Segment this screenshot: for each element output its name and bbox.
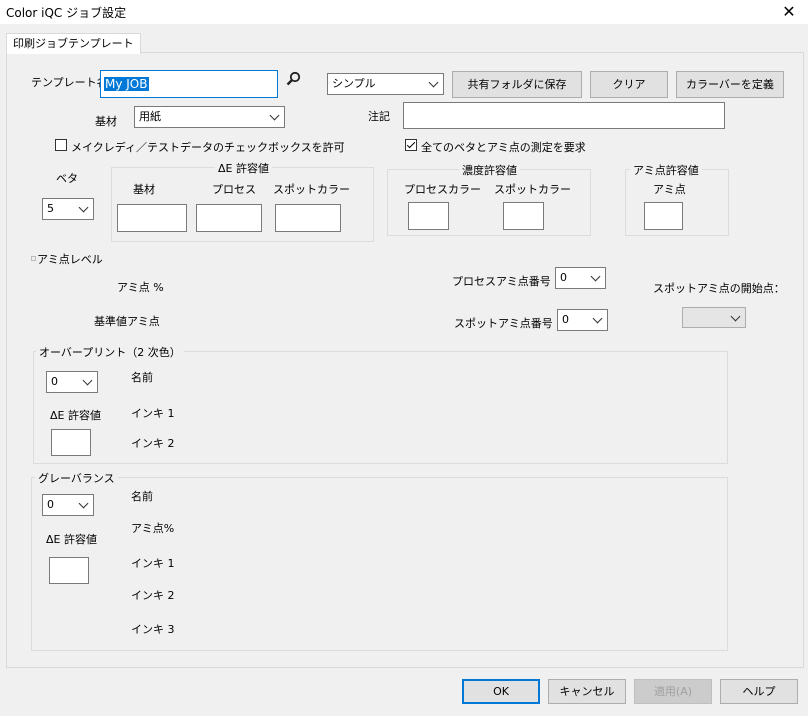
apply-button[interactable]: 適用(A): [634, 679, 712, 704]
solid-label: ベタ: [56, 172, 78, 185]
gray-balance-name-label: 名前: [131, 490, 153, 503]
check-icon: [406, 139, 416, 149]
gray-balance-delta-e-input[interactable]: [49, 557, 89, 584]
spot-dot-start-select[interactable]: [682, 307, 746, 328]
chevron-down-icon: [78, 202, 89, 213]
note-input[interactable]: [403, 102, 725, 129]
search-icon[interactable]: [284, 70, 304, 90]
close-icon[interactable]: ✕: [770, 0, 808, 24]
delta-e-substrate-label: 基材: [133, 183, 155, 196]
makeready-label: メイクレディ／テストデータのチェックボックスを許可: [71, 141, 345, 154]
template-name-label: テンプレート名: [31, 76, 108, 89]
substrate-label: 基材: [95, 115, 117, 128]
overprint-delta-e-input[interactable]: [51, 429, 91, 456]
all-patches-label: 全てのベタとアミ点の測定を要求: [421, 141, 586, 154]
delta-e-process-label: プロセス: [212, 183, 256, 196]
makeready-checkbox[interactable]: [55, 139, 67, 151]
clear-button[interactable]: クリア: [590, 71, 668, 98]
halftone-tolerance-input[interactable]: [644, 202, 683, 230]
density-legend: 濃度許容値: [459, 162, 520, 178]
template-name-input[interactable]: My JOB: [100, 70, 278, 98]
density-process-input[interactable]: [408, 202, 449, 230]
overprint-count-value: 0: [51, 375, 58, 388]
template-mode-value: シンプル: [332, 77, 376, 90]
delta-e-spot-label: スポットカラー: [273, 183, 350, 196]
chevron-down-icon: [269, 110, 280, 121]
spot-dot-start-label: スポットアミ点の開始点：: [653, 282, 785, 295]
substrate-select[interactable]: 用紙: [134, 106, 285, 128]
gray-balance-dot-percent-label: アミ点%: [131, 522, 175, 535]
delta-e-legend: ΔE 許容値: [215, 160, 272, 176]
gray-balance-ink3-label: インキ 3: [131, 623, 175, 636]
cancel-button[interactable]: キャンセル: [548, 679, 626, 704]
chevron-down-icon: [82, 375, 93, 386]
overprint-ink2-label: インキ 2: [131, 437, 175, 450]
solid-select[interactable]: 5: [42, 198, 94, 220]
gray-balance-ink1-label: インキ 1: [131, 557, 175, 570]
spot-dot-number-value: 0: [562, 313, 569, 326]
gray-balance-count-value: 0: [47, 498, 54, 511]
save-shared-folder-button[interactable]: 共有フォルダに保存: [452, 71, 582, 98]
overprint-legend: オーバープリント（2 次色）: [36, 344, 184, 360]
substrate-value: 用紙: [139, 110, 161, 123]
solid-value: 5: [47, 202, 54, 215]
tab-print-job-template[interactable]: 印刷ジョブテンプレート: [6, 33, 141, 54]
delta-e-substrate-input[interactable]: [117, 204, 187, 232]
halftone-tolerance-dot-label: アミ点: [653, 183, 686, 196]
overprint-delta-e-label: ΔE 許容値: [50, 409, 101, 422]
delta-e-spot-input[interactable]: [275, 204, 341, 232]
spot-dot-number-select[interactable]: 0: [557, 309, 608, 331]
ok-button[interactable]: OK: [462, 679, 540, 704]
reference-dot-label: 基準値アミ点: [94, 315, 160, 328]
window-title: Color iQC ジョブ設定: [6, 6, 127, 20]
chevron-down-icon: [78, 498, 89, 509]
density-process-label: プロセスカラー: [404, 183, 481, 196]
overprint-name-label: 名前: [131, 371, 153, 384]
density-spot-label: スポットカラー: [494, 183, 571, 196]
gray-balance-count-select[interactable]: 0: [42, 494, 94, 516]
halftone-level-checkbox[interactable]: [31, 256, 36, 261]
gray-balance-ink2-label: インキ 2: [131, 589, 175, 602]
halftone-tolerance-legend: アミ点許容値: [630, 162, 702, 178]
template-mode-select[interactable]: シンプル: [327, 73, 444, 95]
define-colorbar-button[interactable]: カラーバーを定義: [676, 71, 784, 98]
process-dot-number-select[interactable]: 0: [555, 267, 606, 289]
all-patches-checkbox[interactable]: [405, 139, 417, 151]
gray-balance-delta-e-label: ΔE 許容値: [46, 533, 97, 546]
chevron-down-icon: [730, 311, 741, 322]
delta-e-process-input[interactable]: [196, 204, 262, 232]
chevron-down-icon: [590, 271, 601, 282]
help-button[interactable]: ヘルプ: [720, 679, 798, 704]
chevron-down-icon: [428, 77, 439, 88]
template-name-value: My JOB: [104, 77, 149, 91]
halftone-dot-percent-label: アミ点 %: [117, 281, 164, 294]
spot-dot-number-label: スポットアミ点番号: [454, 317, 553, 330]
overprint-ink1-label: インキ 1: [131, 407, 175, 420]
process-dot-number-value: 0: [560, 271, 567, 284]
gray-balance-legend: グレーバランス: [35, 470, 118, 486]
process-dot-number-label: プロセスアミ点番号: [452, 275, 551, 288]
chevron-down-icon: [592, 313, 603, 324]
overprint-count-select[interactable]: 0: [46, 371, 98, 393]
halftone-level-label: アミ点レベル: [37, 253, 103, 266]
note-label: 注記: [368, 110, 390, 123]
density-spot-input[interactable]: [503, 202, 544, 230]
